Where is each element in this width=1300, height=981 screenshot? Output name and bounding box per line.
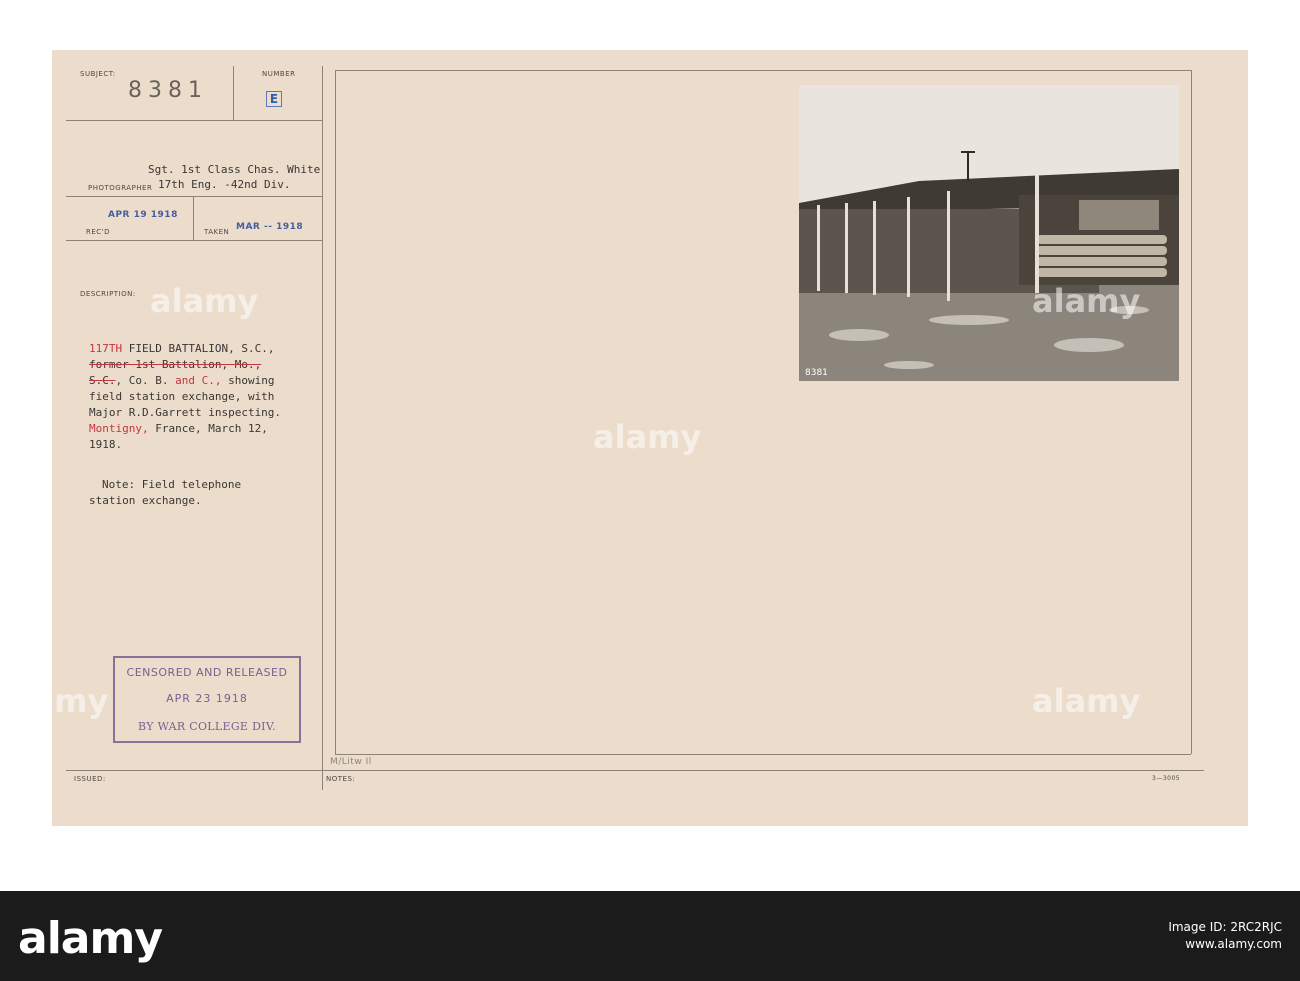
- issued-label: ISSUED:: [74, 775, 106, 783]
- desc-line5: Major R.D.Garrett inspecting.: [89, 406, 282, 419]
- watermark-5: alamy: [1032, 682, 1141, 720]
- note-line-2: station exchange.: [89, 494, 202, 507]
- desc-line4: field station exchange, with: [89, 390, 275, 403]
- desc-line3-end: showing: [228, 374, 275, 387]
- photographer-label: PHOTOGRAPHER: [88, 184, 153, 192]
- desc-line7: 1918.: [89, 438, 123, 451]
- photographer-name: Sgt. 1st Class Chas. White: [148, 163, 321, 176]
- desc-line3-red: and C.,: [168, 374, 229, 387]
- desc-line3-struck: S.C.: [89, 374, 116, 387]
- divider-issued: [66, 770, 1204, 771]
- number-label: NUMBER: [262, 70, 296, 78]
- description-text: 117TH FIELD BATTALION, S.C., former 1st …: [89, 341, 281, 453]
- notes-handwriting: M/Litw Il: [330, 757, 372, 767]
- watermark-1: alamy: [150, 282, 259, 320]
- photo-frame-left: [335, 70, 336, 754]
- site-url: www.alamy.com: [1185, 937, 1282, 951]
- divider-left-column: [322, 66, 323, 790]
- stock-footer-bar: alamy Image ID: 2RC2RJC www.alamy.com: [0, 891, 1300, 981]
- photo-frame-top: [335, 70, 1191, 71]
- taken-label: TAKEN: [204, 228, 230, 236]
- desc-unit-number: 117TH: [89, 342, 123, 355]
- divider-number-box: [233, 66, 234, 120]
- photo-number-label: 8381: [805, 368, 828, 378]
- photograph-image: 8381: [799, 85, 1179, 381]
- image-id: Image ID: 2RC2RJC: [1168, 920, 1282, 934]
- description-label: DESCRIPTION:: [80, 290, 136, 298]
- note-line-1: Note: Field telephone: [102, 478, 242, 491]
- image-id-block: Image ID: 2RC2RJC www.alamy.com: [1168, 919, 1282, 953]
- censor-stamp: CENSORED AND RELEASED APR 23 1918 BY WAR…: [113, 656, 301, 743]
- received-label: REC'D: [86, 228, 110, 236]
- subject-label: SUBJECT:: [80, 70, 116, 78]
- divider-photographer: [66, 196, 322, 197]
- desc-line2-struck: former 1st Battalion, Mo.,: [89, 358, 262, 371]
- censor-stamp-line1: CENSORED AND RELEASED: [126, 666, 288, 679]
- subject-number: 8381: [128, 78, 208, 103]
- watermark-3: alamy: [1032, 282, 1141, 320]
- divider-dates: [193, 196, 194, 240]
- form-code: 3—3005: [1152, 775, 1181, 782]
- field-station-photograph: 8381: [799, 85, 1179, 381]
- photo-frame-right: [1191, 70, 1192, 754]
- notes-label: NOTES:: [326, 775, 356, 783]
- desc-line3-company: , Co. B.: [115, 374, 169, 387]
- photo-frame-bottom: [335, 754, 1191, 755]
- divider-dates-bottom: [66, 240, 322, 241]
- desc-line6: France, March 12,: [148, 422, 268, 435]
- received-date: APR 19 1918: [108, 210, 178, 220]
- desc-location: Montigny,: [89, 422, 149, 435]
- watermark-2: alamy: [593, 418, 702, 456]
- censor-stamp-line3: BY WAR COLLEGE DIV.: [138, 720, 276, 733]
- watermark-4: alamy: [0, 682, 109, 720]
- taken-date: MAR -- 1918: [236, 222, 304, 232]
- censor-stamp-date: APR 23 1918: [166, 692, 248, 705]
- divider-subject: [66, 120, 322, 121]
- photographer-unit: 17th Eng. -42nd Div.: [158, 178, 291, 191]
- desc-line1: FIELD BATTALION, S.C.,: [122, 342, 275, 355]
- number-value: E: [266, 91, 282, 107]
- stock-logo: alamy: [18, 913, 163, 964]
